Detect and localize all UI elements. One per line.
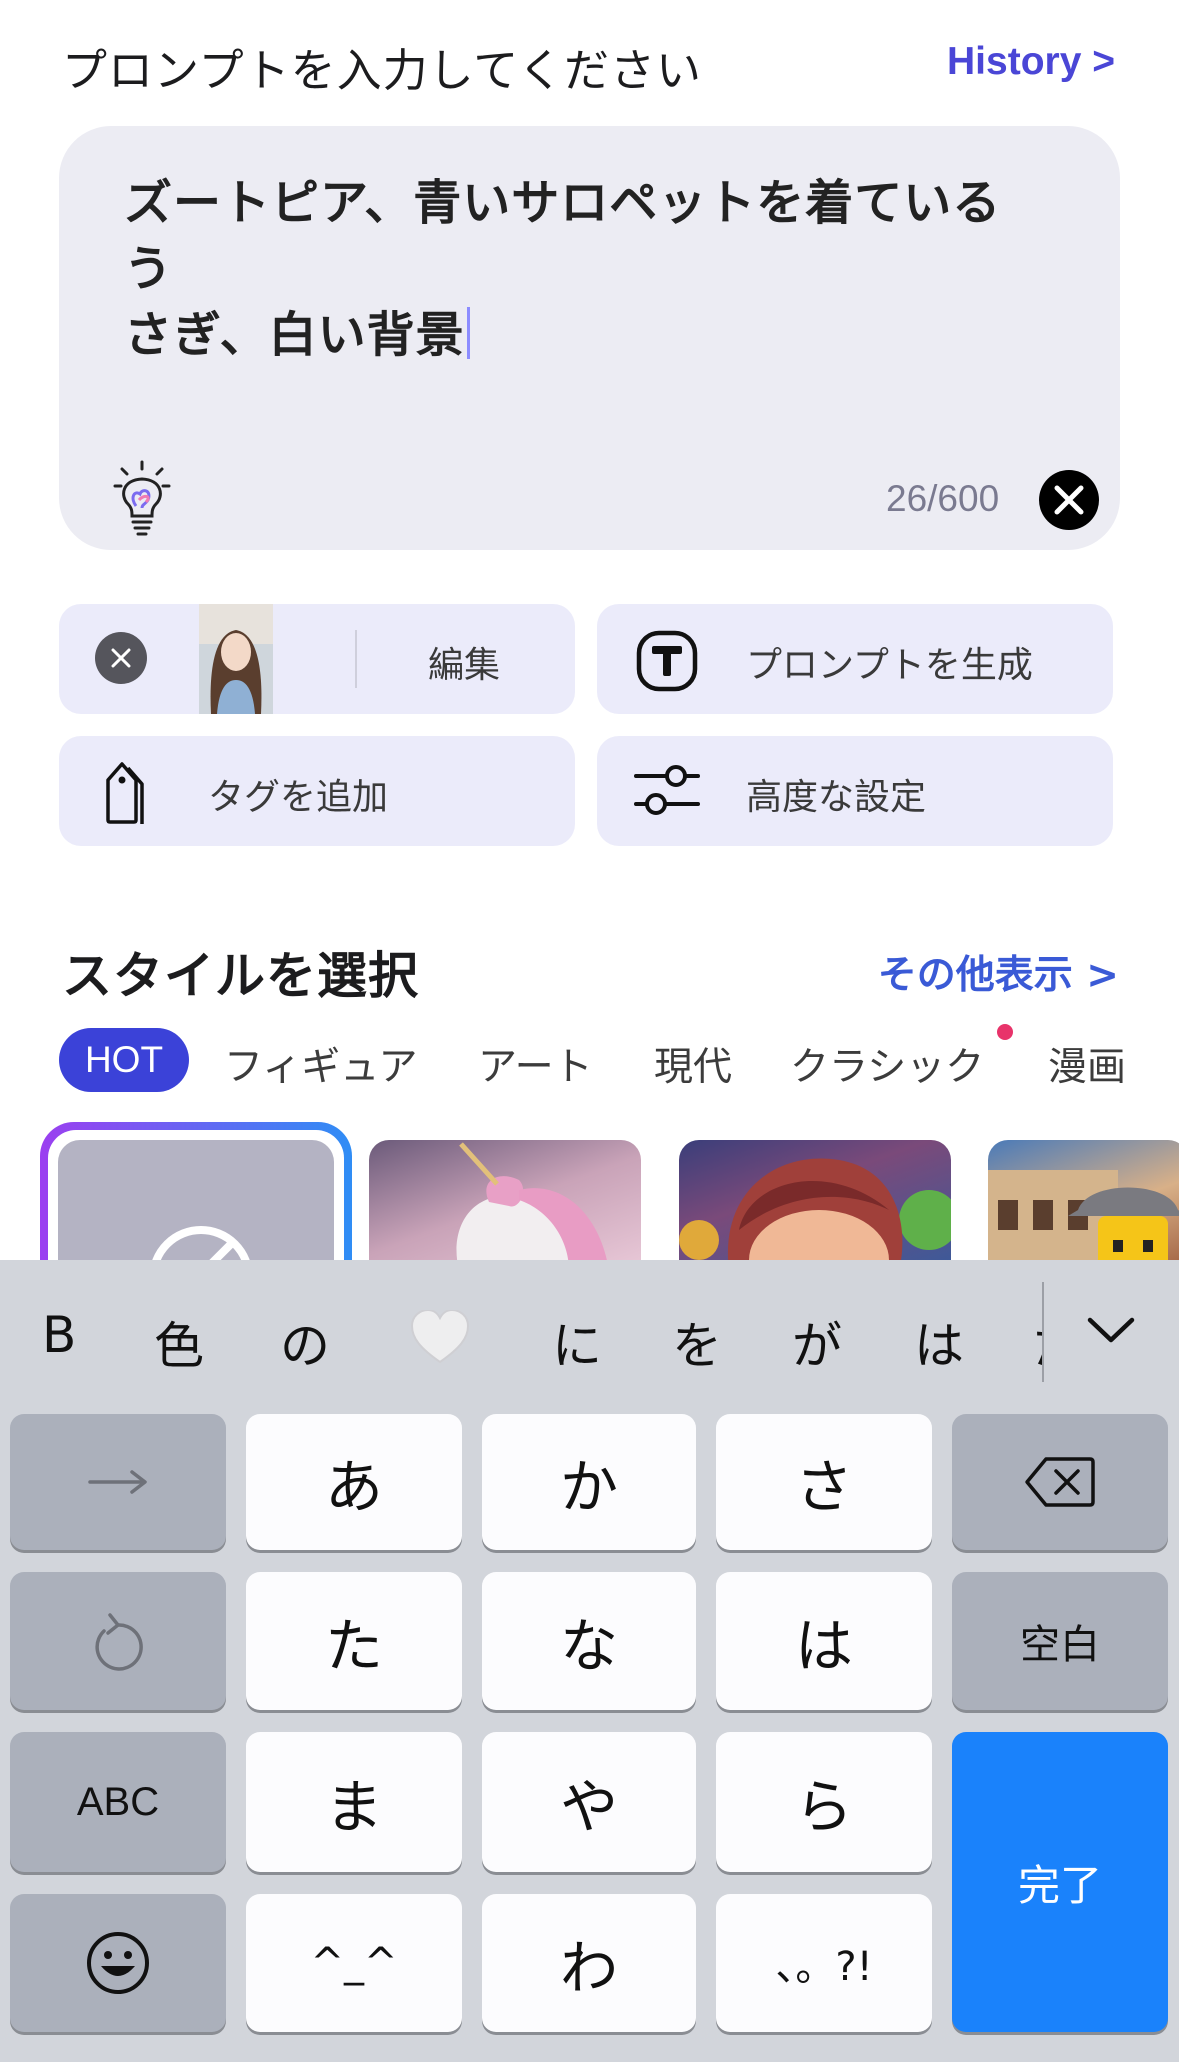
key-wa[interactable]: わ: [482, 1894, 696, 2032]
advanced-settings-label: 高度な設定: [746, 777, 927, 818]
character-count: 26/600: [886, 478, 1000, 519]
smiley-icon: [87, 1932, 149, 1994]
suggestion-item[interactable]: を: [672, 1306, 722, 1378]
chevron-down-icon: [1087, 1317, 1135, 1343]
key-a[interactable]: あ: [246, 1414, 462, 1550]
new-badge-dot: [997, 1024, 1013, 1040]
prompt-heading: プロンプトを入力してください: [62, 44, 702, 97]
remove-image-button[interactable]: [95, 632, 147, 684]
tab-modern[interactable]: 現代: [654, 1036, 732, 1092]
text-caret: [466, 307, 470, 359]
suggestion-item[interactable]: 色: [154, 1306, 204, 1378]
divider: [1042, 1282, 1044, 1382]
style-card-unicorn[interactable]: [369, 1140, 641, 1270]
key-ta[interactable]: た: [246, 1572, 462, 1710]
tab-hot[interactable]: HOT: [59, 1028, 189, 1092]
undo-key[interactable]: [10, 1572, 226, 1710]
text-t-icon: [636, 630, 698, 692]
divider: [355, 630, 357, 688]
abc-key[interactable]: ABC: [10, 1732, 226, 1872]
prompt-line-2: さぎ、白い背景: [124, 307, 465, 363]
generate-prompt-label: プロンプトを生成: [746, 645, 1033, 686]
kaomoji-key[interactable]: ^_^: [246, 1894, 462, 2032]
tab-figure[interactable]: フィギュア: [224, 1036, 417, 1092]
suggestion-item[interactable]: は: [914, 1306, 964, 1378]
arrow-right-key[interactable]: [10, 1414, 226, 1550]
tab-manga[interactable]: 漫画: [1048, 1036, 1126, 1092]
undo-icon: [95, 1613, 143, 1671]
sliders-icon: [634, 762, 700, 818]
key-ka[interactable]: か: [482, 1414, 696, 1550]
arrow-right-icon: [88, 1470, 147, 1494]
backspace-key[interactable]: [952, 1414, 1168, 1550]
key-ya[interactable]: や: [482, 1732, 696, 1872]
reference-image-thumbnail[interactable]: [199, 604, 273, 714]
clear-text-button[interactable]: [1039, 470, 1099, 530]
key-ma[interactable]: ま: [246, 1732, 462, 1872]
suggestion-item[interactable]: B: [42, 1306, 76, 1364]
key-na[interactable]: な: [482, 1572, 696, 1710]
punctuation-key[interactable]: 、。?!: [716, 1894, 932, 2032]
style-card-lego[interactable]: [988, 1140, 1179, 1270]
style-card-none[interactable]: [40, 1122, 352, 1282]
suggestion-item[interactable]: に: [552, 1306, 602, 1378]
tab-classic[interactable]: クラシック: [790, 1036, 984, 1092]
lightbulb-icon[interactable]: [112, 460, 172, 538]
suggestion-item[interactable]: た: [1032, 1306, 1042, 1378]
done-key[interactable]: 完了: [952, 1732, 1168, 2032]
key-ra[interactable]: ら: [716, 1732, 932, 1872]
style-section-title: スタイルを選択: [62, 947, 419, 1005]
prompt-line-1: ズートピア、青いサロペットを着ているう: [124, 175, 1002, 297]
prompt-text[interactable]: ズートピア、青いサロペットを着ているう さぎ、白い背景: [124, 170, 1044, 368]
suggestion-item[interactable]: の: [280, 1306, 330, 1378]
space-key[interactable]: 空白: [952, 1572, 1168, 1710]
show-more-link[interactable]: その他表示 >: [878, 944, 1119, 1000]
edit-button-label: 編集: [428, 645, 501, 686]
tab-art[interactable]: アート: [478, 1036, 593, 1092]
expand-suggestions-button[interactable]: [1080, 1300, 1142, 1360]
style-card-cartoon-girl[interactable]: [679, 1140, 951, 1270]
add-tag-label: タグを追加: [208, 777, 389, 818]
heart-emoji-suggestion[interactable]: [410, 1308, 470, 1378]
backspace-icon: [1025, 1457, 1095, 1507]
close-icon: [111, 648, 131, 668]
key-sa[interactable]: さ: [716, 1414, 932, 1550]
suggestion-item[interactable]: が: [792, 1306, 842, 1378]
history-link[interactable]: History >: [947, 40, 1115, 84]
close-icon: [1054, 485, 1084, 515]
emoji-key[interactable]: [10, 1894, 226, 2032]
tag-icon: [102, 758, 154, 826]
key-ha[interactable]: は: [716, 1572, 932, 1710]
